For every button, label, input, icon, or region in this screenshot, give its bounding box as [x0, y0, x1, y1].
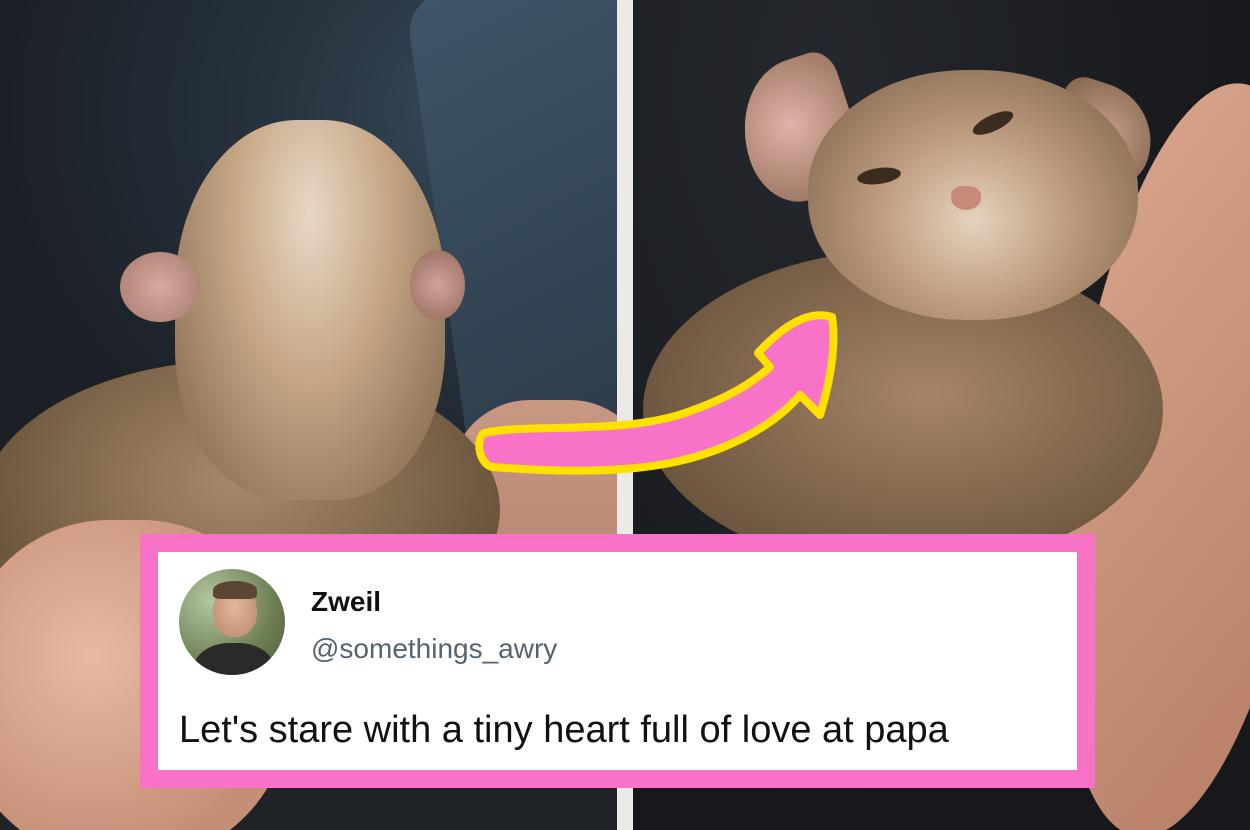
cat-ear	[120, 252, 200, 322]
cat-head-raised	[175, 120, 445, 500]
tweet-display-name[interactable]: Zweil	[311, 586, 381, 618]
cat-nose	[951, 186, 981, 210]
tweet-card: Zweil @somethings_awry Let's stare with …	[140, 534, 1095, 788]
avatar[interactable]	[179, 569, 285, 675]
tweet-handle[interactable]: @somethings_awry	[311, 633, 557, 665]
avatar-hair	[213, 581, 257, 599]
curved-arrow-icon	[475, 311, 838, 475]
cat-ear	[410, 250, 465, 320]
tweet-text: Let's stare with a tiny heart full of lo…	[179, 709, 949, 751]
avatar-shirt	[193, 643, 275, 675]
